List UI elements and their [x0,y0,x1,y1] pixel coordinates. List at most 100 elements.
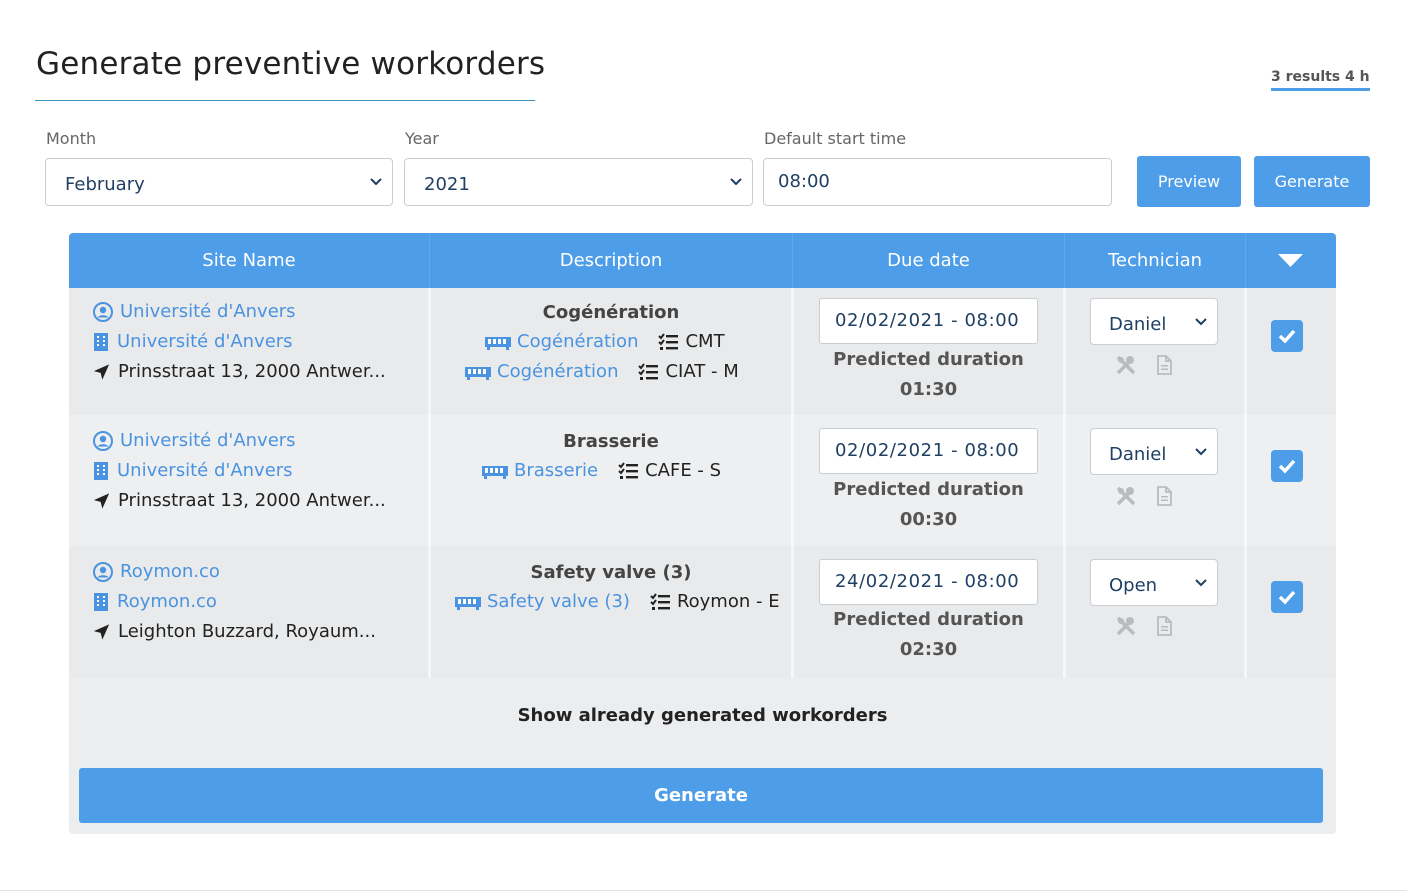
site-building-link[interactable]: Université d'Anvers [117,331,293,352]
checklist-icon [638,362,659,380]
asset-link[interactable]: Brasserie [514,460,598,481]
building-icon [94,461,108,480]
equipment-icon [485,336,511,350]
user-circle-icon [93,301,113,322]
technician-cell: Open [1065,546,1245,678]
year-label: Year [405,129,439,148]
generate-workorders-button[interactable]: Generate [79,768,1323,823]
description-cell: Safety valve (3) Safety valve (3) Roymon… [430,546,792,678]
site-user-line[interactable]: Roymon.co [93,561,220,582]
site-address: Leighton Buzzard, Royaum... [118,621,376,642]
site-cell: Roymon.co Roymon.co Leighton Buzzard, Ro… [69,546,429,678]
due-date-cell: 02/02/2021 - 08:00 Predicted duration 00… [793,415,1064,546]
equipment-icon [455,596,481,610]
task-code: Roymon - E [676,591,780,612]
asset-link[interactable]: Cogénération [497,361,618,382]
user-circle-icon [93,561,113,582]
table-header: Site Name Description Due date Technicia… [69,233,1336,288]
month-select-value: February [65,174,145,195]
caret-down-icon[interactable] [1278,254,1303,268]
document-icon[interactable] [1153,615,1175,637]
preview-button[interactable]: Preview [1137,156,1241,207]
site-cell: Université d'Anvers Université d'Anvers … [69,288,429,415]
technician-select[interactable]: Daniel [1090,298,1218,345]
site-building-line[interactable]: Université d'Anvers [93,331,293,352]
select-cell [1245,288,1336,415]
header-site-name[interactable]: Site Name [69,233,429,288]
technician-select[interactable]: Open [1090,559,1218,606]
header-technician[interactable]: Technician [1065,233,1245,288]
site-user-link[interactable]: Roymon.co [120,561,220,582]
header-due-date[interactable]: Due date [793,233,1064,288]
user-circle-icon [93,430,113,451]
site-address: Prinsstraat 13, 2000 Antwer... [118,490,386,511]
due-date-input[interactable]: 24/02/2021 - 08:00 [819,559,1038,605]
select-cell [1245,546,1336,678]
checkmark-icon [1278,590,1296,605]
row-checkbox[interactable] [1271,320,1303,352]
chevron-down-icon [730,178,742,186]
checklist-icon [650,592,670,610]
site-user-link[interactable]: Université d'Anvers [120,301,296,322]
building-icon [94,332,108,351]
due-date-cell: 24/02/2021 - 08:00 Predicted duration 02… [793,546,1064,678]
start-time-value: 08:00 [778,171,830,192]
description-item: Cogénération CIAT - M [465,361,739,382]
chevron-down-icon [1195,318,1207,326]
technician-cell: Daniel [1065,415,1245,546]
site-user-link[interactable]: Université d'Anvers [120,430,296,451]
technician-value: Daniel [1109,314,1167,335]
asset-link[interactable]: Cogénération [517,331,638,352]
location-arrow-icon [93,492,110,509]
row-checkbox[interactable] [1271,450,1303,482]
description-item: Brasserie CAFE - S [482,460,721,481]
tools-icon[interactable] [1115,485,1137,507]
site-address: Prinsstraat 13, 2000 Antwer... [118,361,386,382]
equipment-icon [465,366,491,380]
workorders-table: Site Name Description Due date Technicia… [69,233,1336,834]
site-user-line[interactable]: Université d'Anvers [93,430,296,451]
site-building-line[interactable]: Université d'Anvers [93,460,293,481]
predicted-duration-value: 02:30 [899,639,958,660]
site-address-line: Prinsstraat 13, 2000 Antwer... [93,490,386,511]
tools-icon[interactable] [1115,354,1137,376]
asset-link[interactable]: Safety valve (3) [487,591,630,612]
month-label: Month [46,129,97,148]
due-date-input[interactable]: 02/02/2021 - 08:00 [819,298,1038,344]
table-row: Roymon.co Roymon.co Leighton Buzzard, Ro… [69,546,1336,678]
site-cell: Université d'Anvers Université d'Anvers … [69,415,429,546]
description-cell: Brasserie Brasserie CAFE - S [430,415,792,546]
due-date-input[interactable]: 02/02/2021 - 08:00 [819,428,1038,474]
chevron-down-icon [1195,448,1207,456]
tools-icon[interactable] [1115,615,1137,637]
site-building-link[interactable]: Université d'Anvers [117,460,293,481]
technician-cell: Daniel [1065,288,1245,415]
year-select[interactable]: 2021 [404,158,753,206]
document-icon[interactable] [1153,485,1175,507]
location-arrow-icon [93,623,110,640]
site-user-line[interactable]: Université d'Anvers [93,301,296,322]
predicted-duration-label: Predicted duration [833,479,1024,500]
predicted-duration-value: 01:30 [899,379,958,400]
checkmark-icon [1278,329,1296,344]
site-address-line: Leighton Buzzard, Royaum... [93,621,376,642]
start-time-input[interactable]: 08:00 [763,158,1112,206]
site-building-line[interactable]: Roymon.co [93,591,217,612]
site-building-link[interactable]: Roymon.co [117,591,217,612]
technician-select[interactable]: Daniel [1090,428,1218,475]
show-generated-workorders-toggle[interactable]: Show already generated workorders [69,678,1336,753]
due-date-cell: 02/02/2021 - 08:00 Predicted duration 01… [793,288,1064,415]
task-code: CMT [685,331,725,352]
month-select[interactable]: February [45,158,393,206]
generate-top-button[interactable]: Generate [1254,156,1370,207]
results-summary[interactable]: 3 results 4 h [1271,69,1370,91]
description-title: Brasserie [563,431,659,452]
checkmark-icon [1278,459,1296,474]
predicted-duration-label: Predicted duration [833,349,1024,370]
title-underline [35,100,535,101]
document-icon[interactable] [1153,354,1175,376]
building-icon [94,592,108,611]
row-checkbox[interactable] [1271,581,1303,613]
header-description[interactable]: Description [430,233,792,288]
header-divider [1245,233,1246,288]
